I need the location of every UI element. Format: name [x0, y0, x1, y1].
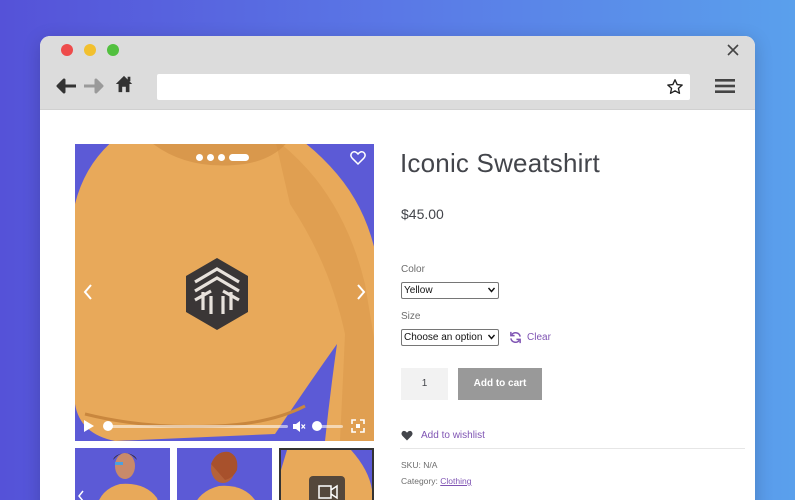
color-label: Color: [401, 264, 425, 275]
slide-dot[interactable]: [207, 154, 214, 161]
add-to-wishlist-link[interactable]: Add to wishlist: [401, 430, 485, 441]
size-select-value: Choose an option: [404, 332, 483, 343]
size-select[interactable]: Choose an option: [401, 329, 499, 346]
slide-dot[interactable]: [218, 154, 225, 161]
mute-icon[interactable]: [292, 420, 306, 433]
clear-selection-link[interactable]: Clear: [509, 329, 551, 345]
product-page: Iconic Sweatshirt $45.00 Color Yellow Si…: [40, 110, 755, 500]
thumbnail-model-back[interactable]: [177, 448, 272, 500]
browser-window: Iconic Sweatshirt $45.00 Color Yellow Si…: [40, 36, 755, 500]
meta-divider: [400, 448, 745, 449]
quantity-input[interactable]: 1: [401, 368, 448, 400]
sku-label: SKU:: [401, 460, 421, 470]
slide-indicators[interactable]: [196, 154, 249, 161]
title-bar: [40, 36, 755, 64]
thumbnail-model-front[interactable]: [75, 448, 170, 500]
product-sku: SKU: N/A: [401, 460, 437, 470]
chevron-left-icon[interactable]: [77, 490, 85, 500]
size-label: Size: [401, 311, 421, 322]
progress-handle[interactable]: [103, 421, 113, 431]
thumbnail-image: [281, 450, 372, 500]
add-to-cart-button[interactable]: Add to cart: [458, 368, 542, 400]
category-link[interactable]: Clothing: [440, 476, 471, 486]
browser-toolbar: [40, 64, 755, 110]
product-price: $45.00: [401, 206, 444, 222]
maximize-window-dot[interactable]: [107, 44, 119, 56]
slide-dot-active[interactable]: [229, 154, 249, 161]
sku-value: N/A: [423, 460, 438, 470]
wishlist-label: Add to wishlist: [421, 430, 485, 441]
product-gallery[interactable]: [75, 144, 374, 441]
close-window-dot[interactable]: [61, 44, 73, 56]
thumbnail-sweatshirt-video[interactable]: [279, 448, 374, 500]
chevron-right-icon[interactable]: [354, 282, 368, 302]
thumbnail-image: [75, 448, 170, 500]
heart-icon: [401, 430, 413, 441]
product-title: Iconic Sweatshirt: [400, 148, 600, 178]
home-icon[interactable]: [113, 74, 135, 94]
clear-label: Clear: [527, 331, 551, 343]
sweatshirt-image: [75, 144, 374, 441]
minimize-window-dot[interactable]: [84, 44, 96, 56]
chevron-down-icon: [488, 334, 495, 340]
back-arrow-icon[interactable]: [56, 76, 78, 96]
color-select[interactable]: Yellow: [401, 282, 499, 299]
chevron-down-icon: [488, 287, 495, 293]
close-icon[interactable]: [725, 42, 741, 58]
address-bar[interactable]: [157, 74, 690, 100]
volume-handle[interactable]: [312, 421, 322, 431]
hamburger-menu-icon[interactable]: [715, 78, 735, 94]
video-progress-bar[interactable]: [105, 425, 288, 428]
play-icon[interactable]: [83, 419, 95, 433]
star-icon[interactable]: [666, 78, 684, 96]
slide-dot[interactable]: [196, 154, 203, 161]
video-controls: [75, 411, 374, 441]
refresh-icon: [510, 331, 521, 343]
heart-icon[interactable]: [350, 150, 366, 166]
forward-arrow-icon[interactable]: [82, 76, 104, 96]
color-select-value: Yellow: [404, 285, 433, 296]
gallery-thumbnails: [75, 448, 374, 500]
product-category: Category: Clothing: [401, 476, 471, 486]
fullscreen-icon[interactable]: [351, 419, 365, 433]
chevron-left-icon[interactable]: [81, 282, 95, 302]
category-label: Category:: [401, 476, 438, 486]
thumbnail-image: [177, 448, 272, 500]
